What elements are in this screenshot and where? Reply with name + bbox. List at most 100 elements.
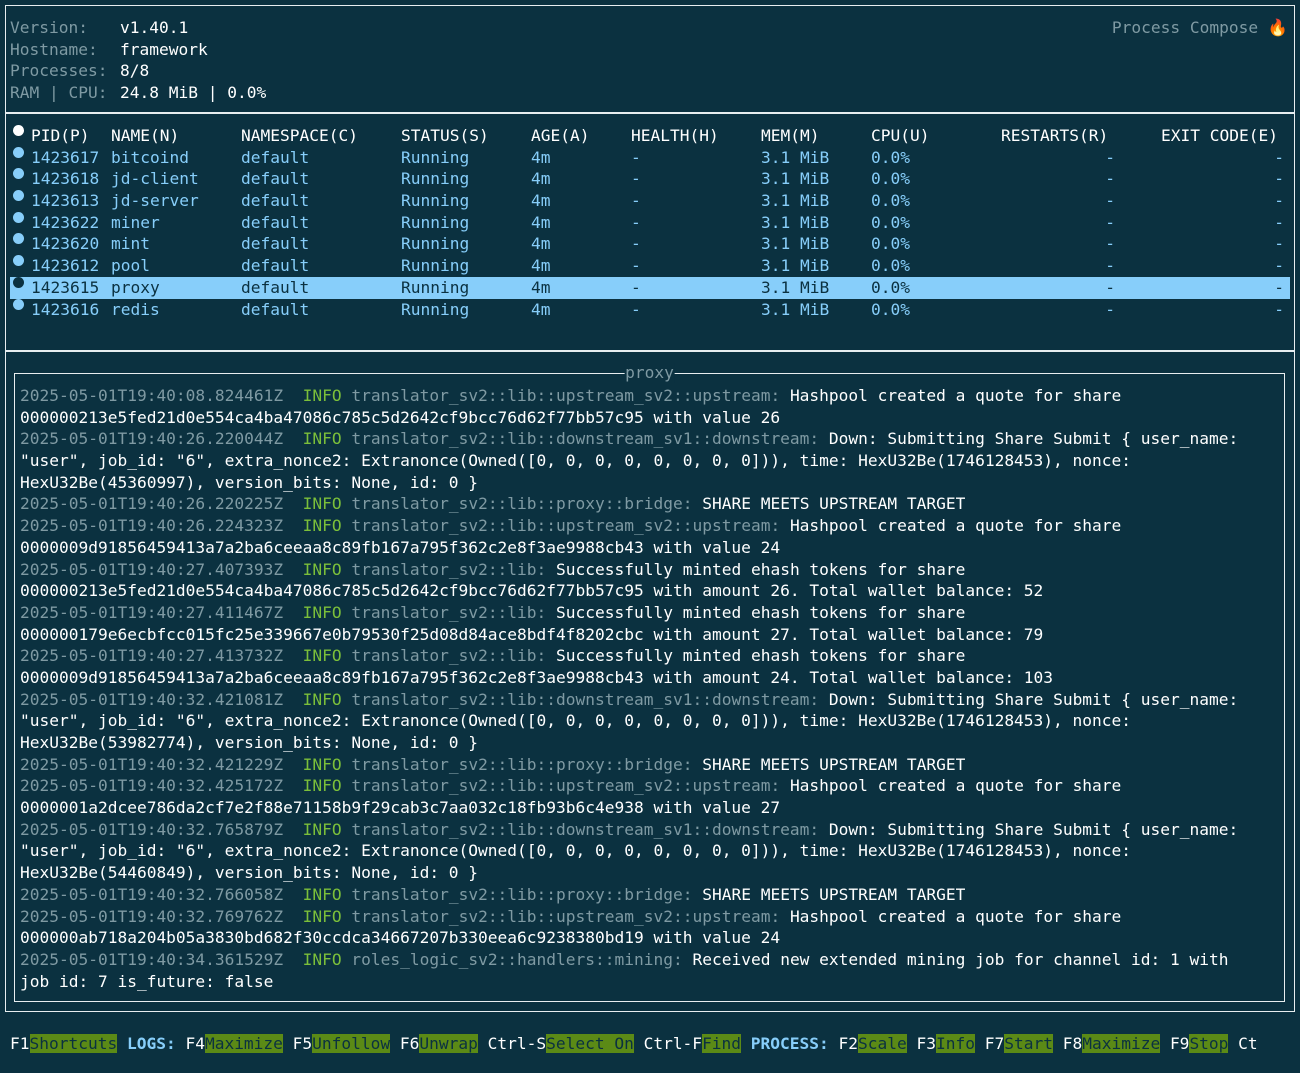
log-level: INFO	[302, 949, 342, 969]
shortcut-maximize[interactable]: F4Maximize	[185, 1034, 283, 1053]
column-header-namespace[interactable]: NAMESPACE(C)	[241, 125, 358, 147]
cell-restarts: -	[1105, 299, 1115, 319]
header-status-dot-icon	[13, 125, 24, 136]
shortcut-info[interactable]: F3Info	[917, 1034, 975, 1053]
cell-status: Running	[401, 212, 470, 232]
cell-name: bitcoind	[111, 147, 189, 167]
column-header-status[interactable]: STATUS(S)	[401, 125, 489, 147]
shortcut-key: Ct	[1238, 1034, 1258, 1053]
process-row-jd-server[interactable]: 1423613 jd-server default Running 4m - 3.1 MiB…	[10, 190, 1290, 212]
log-message: Hashpool created a quote for share	[789, 906, 1122, 926]
process-row-jd-client[interactable]: 1423618 jd-client default Running 4m - 3.1 MiB…	[10, 168, 1290, 190]
log-message: 0000009d91856459413a7a2ba6ceeaa8c89fb167…	[20, 667, 1054, 687]
cell-cpu: 0.0%	[871, 191, 910, 211]
shortcut-find[interactable]: Ctrl-FFind	[644, 1034, 742, 1053]
log-message: HexU32Be(54460849), version_bits: None, …	[20, 863, 479, 883]
log-line: 000000213e5fed21d0e554ca4ba47086c785c5d2…	[20, 580, 1238, 602]
log-line: job id: 7 is_future: false	[20, 971, 1238, 993]
column-header-age[interactable]: AGE(A)	[531, 125, 589, 147]
processes-label: Processes:	[10, 61, 108, 81]
ram-cpu-value: 24.8 MiB | 0.0%	[120, 83, 267, 103]
process-row-pool[interactable]: 1423612 pool default Running 4m - 3.1 MiB 0.0% -…	[10, 255, 1290, 277]
process-row-redis[interactable]: 1423616 redis default Running 4m - 3.1 MiB 0.0%…	[10, 298, 1290, 321]
log-message: Successfully minted ehash tokens for sha…	[556, 646, 966, 666]
log-timestamp: 2025-05-01T19:40:32.766058Z	[20, 884, 284, 904]
process-row-mint[interactable]: 1423620 mint default Running 4m - 3.1 MiB 0.0% -…	[10, 233, 1290, 255]
shortcut-key: F3	[916, 1034, 937, 1053]
hostname-value: framework	[120, 39, 208, 59]
log-timestamp: 2025-05-01T19:40:34.361529Z	[20, 949, 284, 969]
cell-exit-code: -	[1274, 256, 1284, 276]
shortcut-select-on[interactable]: Ctrl-SSelect On	[488, 1034, 634, 1053]
log-view[interactable]: proxy 2025-05-01T19:40:08.824461Z INFO t…	[14, 363, 1285, 1002]
shortcut-action: Maximize	[204, 1034, 283, 1053]
cell-namespace: default	[241, 169, 310, 189]
cell-age: 4m	[531, 191, 551, 211]
log-message: "user", job_id: "6", extra_nonce2: Extra…	[20, 451, 1132, 471]
column-header-restarts[interactable]: RESTARTS(R)	[1001, 125, 1108, 147]
hostname-label: Hostname:	[10, 39, 98, 59]
log-message: HexU32Be(45360997), version_bits: None, …	[20, 472, 479, 492]
shortcut-action: Start	[1004, 1034, 1053, 1053]
log-message: 000000213e5fed21d0e554ca4ba47086c785c5d2…	[20, 407, 781, 427]
log-module: translator_sv2::lib::upstream_sv2::upstr…	[351, 906, 781, 926]
shortcut-action: Find	[702, 1034, 742, 1053]
log-line: 2025-05-01T19:40:32.765879Z INFO transla…	[20, 819, 1238, 841]
shortcut-shortcuts[interactable]: F1Shortcuts	[10, 1034, 118, 1053]
shortcut-key: F5	[292, 1034, 313, 1053]
log-message: 0000009d91856459413a7a2ba6ceeaa8c89fb167…	[20, 537, 781, 557]
shortcut-maximize[interactable]: F8Maximize	[1063, 1034, 1161, 1053]
cell-health: -	[631, 256, 641, 276]
log-timestamp: 2025-05-01T19:40:32.421081Z	[20, 689, 284, 709]
cell-mem: 3.1 MiB	[761, 277, 830, 297]
cell-namespace: default	[241, 191, 310, 211]
shortcut-stop[interactable]: F9Stop	[1170, 1034, 1229, 1053]
log-timestamp: 2025-05-01T19:40:26.220044Z	[20, 429, 284, 449]
column-header-name[interactable]: NAME(N)	[111, 125, 179, 147]
column-header-mem[interactable]: MEM(M)	[761, 125, 819, 147]
cell-namespace: default	[241, 256, 310, 276]
log-message: "user", job_id: "6", extra_nonce2: Extra…	[20, 841, 1132, 861]
shortcut-scale[interactable]: F2Scale	[839, 1034, 907, 1053]
log-line: 2025-05-01T19:40:32.421229Z INFO transla…	[20, 754, 1238, 776]
log-message: job id: 7 is_future: false	[20, 971, 274, 991]
process-row-proxy[interactable]: 1423615 proxy default Running 4m - 3.1 MiB 0.0%…	[10, 276, 1290, 299]
shortcut-ct[interactable]: Ct	[1238, 1034, 1258, 1053]
log-level: INFO	[302, 646, 342, 666]
cell-age: 4m	[531, 277, 551, 297]
column-header-cpu[interactable]: CPU(U)	[871, 125, 929, 147]
process-status-dot-icon	[13, 233, 24, 245]
process-table: PID(P) NAME(N) NAMESPACE(C) STATUS(S) AGE(A)…	[10, 125, 1290, 320]
log-line: 2025-05-01T19:40:26.220225Z INFO transla…	[20, 493, 1238, 515]
cell-restarts: -	[1105, 169, 1115, 189]
log-module: translator_sv2::lib::proxy::bridge:	[351, 494, 693, 514]
process-row-miner[interactable]: 1423622 miner default Running 4m - 3.1 MiB 0.0%…	[10, 211, 1290, 234]
cell-pid: 1423612	[31, 256, 100, 276]
log-line: 0000009d91856459413a7a2ba6ceeaa8c89fb167…	[20, 537, 1238, 559]
cell-health: -	[631, 147, 641, 167]
shortcut-action: Select On	[546, 1034, 634, 1053]
cell-exit-code: -	[1274, 299, 1284, 319]
cell-name: jd-client	[111, 169, 199, 189]
shortcut-start[interactable]: F7Start	[985, 1034, 1053, 1053]
shortcut-action: Unfollow	[312, 1034, 391, 1053]
column-header-exit-code[interactable]: EXIT CODE(E)	[1161, 125, 1278, 147]
cell-name: redis	[111, 299, 160, 319]
log-message: Hashpool created a quote for share	[789, 776, 1122, 796]
shortcut-unwrap[interactable]: F6Unwrap	[400, 1034, 478, 1053]
log-message: Down: Submitting Share Submit { user_nam…	[828, 819, 1239, 839]
log-level: INFO	[302, 884, 342, 904]
log-timestamp: 2025-05-01T19:40:32.769762Z	[20, 906, 284, 926]
cell-restarts: -	[1105, 147, 1115, 167]
column-header-health[interactable]: HEALTH(H)	[631, 125, 719, 147]
log-module: translator_sv2::lib:	[351, 602, 547, 622]
cell-namespace: default	[241, 147, 310, 167]
process-row-bitcoind[interactable]: 1423617 bitcoind default Running 4m - 3.1 MiB 0…	[10, 146, 1290, 169]
process-status-dot-icon	[13, 168, 24, 180]
log-line: 000000213e5fed21d0e554ca4ba47086c785c5d2…	[20, 407, 1238, 429]
cell-cpu: 0.0%	[871, 212, 910, 232]
column-header-pid[interactable]: PID(P)	[31, 125, 89, 147]
log-panel: proxy 2025-05-01T19:40:08.824461Z INFO t…	[5, 351, 1295, 1012]
shortcut-unfollow[interactable]: F5Unfollow	[292, 1034, 391, 1053]
process-table-panel: PID(P) NAME(N) NAMESPACE(C) STATUS(S) AGE(A)…	[5, 113, 1295, 351]
